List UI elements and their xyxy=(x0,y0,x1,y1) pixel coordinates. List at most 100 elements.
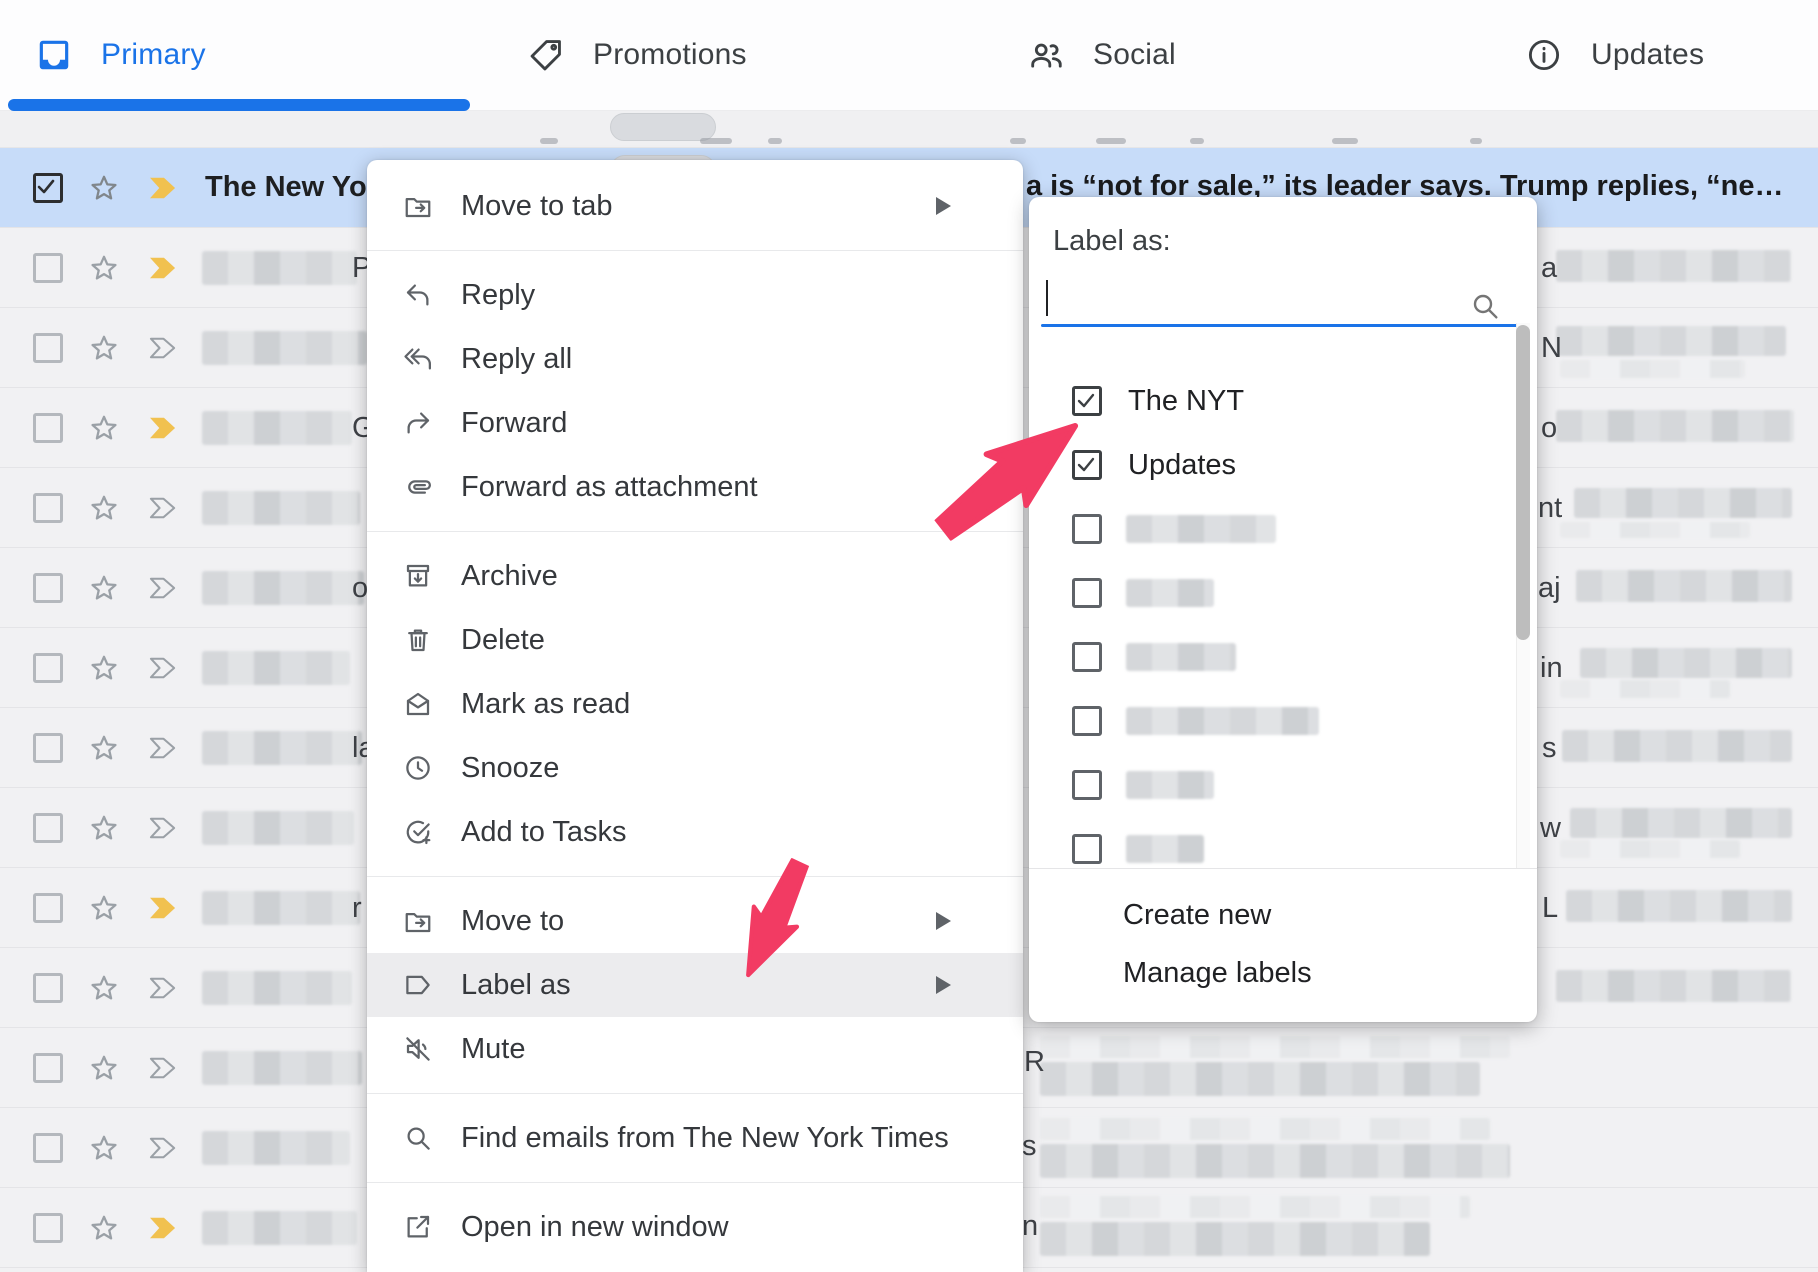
menu-item-mute[interactable]: Mute xyxy=(367,1017,1023,1081)
importance-marker-icon[interactable] xyxy=(145,815,181,841)
menu-item-find-emails[interactable]: Find emails from The New York Times xyxy=(367,1106,1023,1170)
star-icon[interactable] xyxy=(88,492,120,524)
menu-item-reply-all[interactable]: Reply all xyxy=(367,327,1023,391)
redacted-text xyxy=(202,811,354,845)
submenu-title: Label as: xyxy=(1053,225,1171,258)
menu-item-delete[interactable]: Delete xyxy=(367,608,1023,672)
row-checkbox[interactable] xyxy=(33,253,63,283)
menu-item-archive[interactable]: Archive xyxy=(367,544,1023,608)
row-checkbox[interactable] xyxy=(33,1213,63,1243)
importance-marker-icon[interactable] xyxy=(145,1215,181,1241)
checkbox-unchecked[interactable] xyxy=(1072,706,1102,736)
scrollbar-thumb[interactable] xyxy=(1516,325,1530,640)
importance-marker-icon[interactable] xyxy=(145,575,181,601)
checkbox-checked[interactable] xyxy=(1072,450,1102,480)
checkbox-unchecked[interactable] xyxy=(1072,642,1102,672)
star-icon[interactable] xyxy=(88,892,120,924)
tab-primary[interactable]: Primary xyxy=(35,0,206,110)
label-option-updates[interactable]: Updates xyxy=(1029,433,1537,497)
checkbox-unchecked[interactable] xyxy=(1072,578,1102,608)
label-option-redacted[interactable] xyxy=(1029,497,1537,561)
menu-item-open-in-new-window[interactable]: Open in new window xyxy=(367,1195,1023,1259)
redacted-text xyxy=(1562,730,1792,762)
label-option-the-nyt[interactable]: The NYT xyxy=(1029,369,1537,433)
label-option-redacted[interactable] xyxy=(1029,561,1537,625)
star-icon[interactable] xyxy=(88,572,120,604)
redacted-text xyxy=(1560,840,1740,858)
row-checkbox[interactable] xyxy=(33,173,63,203)
star-icon[interactable] xyxy=(88,1132,120,1164)
label-option-redacted[interactable] xyxy=(1029,625,1537,689)
row-checkbox[interactable] xyxy=(33,893,63,923)
row-checkbox[interactable] xyxy=(33,973,63,1003)
redacted-text xyxy=(1040,1062,1480,1096)
importance-marker-icon[interactable] xyxy=(145,255,181,281)
importance-marker-icon[interactable] xyxy=(145,655,181,681)
star-icon[interactable] xyxy=(88,252,120,284)
tab-promotions[interactable]: Promotions xyxy=(527,0,747,110)
menu-item-reply[interactable]: Reply xyxy=(367,263,1023,327)
redacted-text xyxy=(1126,707,1319,735)
label-option-redacted[interactable] xyxy=(1029,689,1537,753)
importance-marker-icon[interactable] xyxy=(145,1055,181,1081)
menu-item-move-to[interactable]: Move to xyxy=(367,889,1023,953)
importance-marker-icon[interactable] xyxy=(145,335,181,361)
row-checkbox[interactable] xyxy=(33,333,63,363)
importance-marker-icon[interactable] xyxy=(145,495,181,521)
checkbox-unchecked[interactable] xyxy=(1072,514,1102,544)
redacted-text xyxy=(202,571,364,605)
category-tab-bar: Primary Promotions Social Updates xyxy=(0,0,1818,111)
create-new-label-button[interactable]: Create new xyxy=(1123,887,1271,943)
menu-item-move-to-tab[interactable]: Move to tab xyxy=(367,174,1023,238)
create-new-label: Create new xyxy=(1123,899,1271,932)
redacted-text xyxy=(1560,680,1730,698)
redacted-text xyxy=(202,411,352,445)
label-option-redacted[interactable] xyxy=(1029,753,1537,817)
row-checkbox[interactable] xyxy=(33,413,63,443)
star-icon[interactable] xyxy=(88,812,120,844)
row-checkbox[interactable] xyxy=(33,813,63,843)
row-checkbox[interactable] xyxy=(33,493,63,523)
row-checkbox[interactable] xyxy=(33,1133,63,1163)
search-icon xyxy=(403,1123,433,1153)
importance-marker-icon[interactable] xyxy=(145,1135,181,1161)
inbox-icon xyxy=(35,36,73,74)
label-as-submenu: Label as: The NYT Updates xyxy=(1029,197,1537,1022)
envelope-open-icon xyxy=(403,689,433,719)
row-checkbox[interactable] xyxy=(33,1053,63,1083)
importance-marker-icon[interactable] xyxy=(145,735,181,761)
star-icon[interactable] xyxy=(88,412,120,444)
checkbox-unchecked[interactable] xyxy=(1072,770,1102,800)
importance-marker-icon[interactable] xyxy=(145,975,181,1001)
star-icon[interactable] xyxy=(88,732,120,764)
tab-updates[interactable]: Updates xyxy=(1525,0,1704,110)
submenu-arrow-icon xyxy=(936,912,951,930)
importance-marker-icon[interactable] xyxy=(145,175,181,201)
star-icon[interactable] xyxy=(88,1212,120,1244)
manage-labels-button[interactable]: Manage labels xyxy=(1123,945,1312,1001)
importance-marker-icon[interactable] xyxy=(145,895,181,921)
star-icon[interactable] xyxy=(88,1052,120,1084)
star-icon[interactable] xyxy=(88,172,120,204)
importance-marker-icon[interactable] xyxy=(145,415,181,441)
menu-item-snooze[interactable]: Snooze xyxy=(367,736,1023,800)
menu-item-forward[interactable]: Forward xyxy=(367,391,1023,455)
star-icon[interactable] xyxy=(88,332,120,364)
menu-item-forward-as-attachment[interactable]: Forward as attachment xyxy=(367,455,1023,519)
row-checkbox[interactable] xyxy=(33,653,63,683)
redacted-text xyxy=(1576,570,1792,602)
clock-icon xyxy=(403,753,433,783)
row-checkbox[interactable] xyxy=(33,733,63,763)
tab-social[interactable]: Social xyxy=(1027,0,1176,110)
menu-item-add-to-tasks[interactable]: Add to Tasks xyxy=(367,800,1023,864)
menu-item-label-as[interactable]: Label as xyxy=(367,953,1023,1017)
label-option-redacted[interactable] xyxy=(1029,817,1537,868)
checkbox-checked[interactable] xyxy=(1072,386,1102,416)
partial-email-row[interactable] xyxy=(0,110,1818,148)
star-icon[interactable] xyxy=(88,652,120,684)
menu-item-mark-as-read[interactable]: Mark as read xyxy=(367,672,1023,736)
row-checkbox[interactable] xyxy=(33,573,63,603)
star-icon[interactable] xyxy=(88,972,120,1004)
label-search-input[interactable] xyxy=(1045,277,1465,319)
checkbox-unchecked[interactable] xyxy=(1072,834,1102,864)
